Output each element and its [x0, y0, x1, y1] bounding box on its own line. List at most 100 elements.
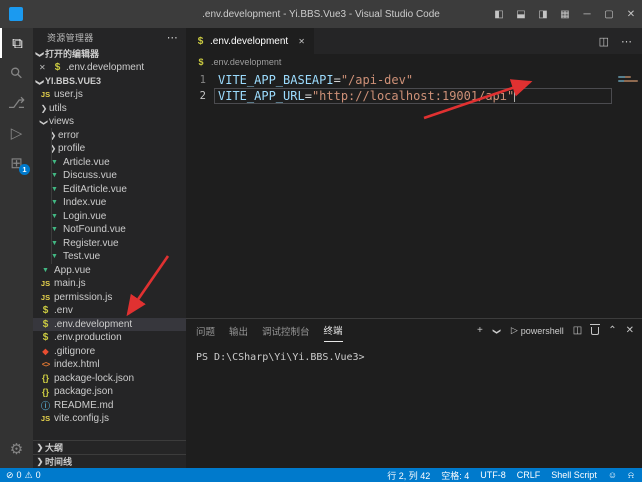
tree-item-main-js[interactable]: JSmain.js	[33, 277, 186, 291]
tree-item-error[interactable]: ❯error	[33, 129, 186, 143]
chevron-right-icon: ❯	[35, 457, 45, 466]
indentation-status[interactable]: 空格: 4	[441, 469, 469, 482]
cursor-position[interactable]: 行 2, 列 42	[387, 469, 430, 482]
tree-item-editarticle-vue[interactable]: ▼EditArticle.vue	[33, 183, 186, 197]
tree-item-gitignore[interactable]: ◆.gitignore	[33, 345, 186, 359]
env-file-icon: $	[39, 305, 52, 316]
tree-item-env-production[interactable]: $.env.production	[33, 331, 186, 345]
tree-item-index-vue[interactable]: ▼Index.vue	[33, 196, 186, 210]
code-line-1[interactable]: 1VITE_APP_BASEAPI="/api-dev"	[186, 72, 642, 88]
tree-item-label: App.vue	[54, 265, 91, 276]
eol-status[interactable]: CRLF	[517, 470, 541, 480]
timeline-pane-header[interactable]: ❯ 时间线	[33, 454, 186, 468]
customize-layout-icon[interactable]: ▦	[554, 0, 576, 28]
code-line-2[interactable]: 2VITE_APP_URL="http://localhost:19001/ap…	[186, 88, 642, 104]
tree-item-index-html[interactable]: <>index.html	[33, 358, 186, 372]
tree-item-notfound-vue[interactable]: ▼NotFound.vue	[33, 223, 186, 237]
project-header[interactable]: ❯ YI.BBS.VUE3	[33, 74, 186, 88]
activity-bar: ⧉ ⚲ ⎇ ▷ ⊞ 1 ⚙	[0, 28, 33, 468]
extensions-icon[interactable]: ⊞ 1	[0, 148, 33, 178]
settings-gear-icon[interactable]: ⚙	[0, 434, 33, 464]
search-glyph: ⚲	[6, 63, 27, 84]
run-debug-glyph: ▷	[11, 124, 23, 142]
tree-item-label: index.html	[54, 359, 100, 370]
panel-maximize-icon[interactable]: ⌃	[608, 325, 616, 336]
outline-pane-header[interactable]: ❯ 大纲	[33, 440, 186, 454]
panel-tab-terminal[interactable]: 终端	[324, 319, 343, 342]
more-actions-icon[interactable]: ⋯	[167, 31, 178, 44]
chevron-down-icon: ❯	[35, 49, 44, 59]
panel-tab-debug-console[interactable]: 调试控制台	[262, 319, 310, 342]
split-terminal-icon[interactable]: ◫	[573, 325, 582, 336]
layout-secondary-sidebar-icon[interactable]: ◨	[532, 0, 554, 28]
tree-item-label: Article.vue	[63, 157, 110, 168]
json-file-icon: {}	[39, 373, 52, 383]
explorer-icon[interactable]: ⧉	[0, 28, 33, 58]
tree-item-readme-md[interactable]: ⓘREADME.md	[33, 399, 186, 413]
breadcrumb[interactable]: $ .env.development	[186, 54, 642, 70]
tree-item-package-lock-json[interactable]: {}package-lock.json	[33, 372, 186, 386]
close-editor-icon[interactable]: ✕	[39, 63, 49, 72]
layout-sidebar-icon[interactable]: ◧	[488, 0, 510, 28]
open-editors-header[interactable]: ❯ 打开的编辑器	[33, 46, 186, 60]
warning-icon: ⚠	[25, 470, 33, 481]
run-debug-icon[interactable]: ▷	[0, 118, 33, 148]
language-mode[interactable]: Shell Script	[551, 470, 597, 480]
source-control-icon[interactable]: ⎇	[0, 88, 33, 118]
env-file-icon: $	[195, 36, 206, 47]
close-tab-icon[interactable]: ✕	[298, 37, 305, 46]
tree-item-env[interactable]: $.env	[33, 304, 186, 318]
split-editor-icon[interactable]: ◫	[599, 35, 609, 48]
vue-file-icon: ▼	[48, 240, 61, 247]
panel-close-icon[interactable]: ✕	[626, 325, 634, 336]
gear-glyph: ⚙	[10, 440, 23, 458]
tree-item-label: Discuss.vue	[63, 170, 117, 181]
tree-item-user-js[interactable]: JSuser.js	[33, 88, 186, 102]
tree-item-login-vue[interactable]: ▼Login.vue	[33, 210, 186, 224]
minimap[interactable]	[616, 72, 642, 320]
tree-item-test-vue[interactable]: ▼Test.vue	[33, 250, 186, 264]
panel-tab-problems[interactable]: 问题	[196, 319, 215, 342]
layout-panel-icon[interactable]: ⬓	[510, 0, 532, 28]
vscode-logo-icon[interactable]	[9, 7, 23, 21]
close-window-button[interactable]: ✕	[620, 0, 642, 28]
more-actions-icon[interactable]: ⋯	[621, 35, 632, 48]
trash-icon[interactable]	[591, 327, 599, 335]
line-number: 2	[186, 88, 206, 104]
shell-selector[interactable]: ▷ powershell	[511, 325, 564, 336]
tree-item-views[interactable]: ❯views	[33, 115, 186, 129]
feedback-smiley-icon[interactable]: ☺	[608, 470, 617, 480]
tree-item-permission-js[interactable]: JSpermission.js	[33, 291, 186, 305]
new-terminal-icon[interactable]: +	[477, 325, 483, 336]
env-file-icon: $	[51, 62, 64, 73]
panel-tab-output[interactable]: 输出	[229, 319, 248, 342]
env-file-icon: $	[196, 57, 206, 67]
chevron-down-icon[interactable]: ❯	[492, 326, 501, 336]
tree-item-profile[interactable]: ❯profile	[33, 142, 186, 156]
terminal[interactable]: PS D:\CSharp\Yi\Yi.BBS.Vue3>	[186, 342, 642, 363]
tree-item-discuss-vue[interactable]: ▼Discuss.vue	[33, 169, 186, 183]
tree-item-label: vite.config.js	[54, 413, 109, 424]
chevron-right-icon: ❯	[39, 104, 49, 113]
explorer-glyph: ⧉	[12, 35, 23, 52]
tree-item-article-vue[interactable]: ▼Article.vue	[33, 156, 186, 170]
tree-item-package-json[interactable]: {}package.json	[33, 385, 186, 399]
tab-env-development[interactable]: $ .env.development ✕	[186, 28, 314, 54]
code-editor[interactable]: 1VITE_APP_BASEAPI="/api-dev"2VITE_APP_UR…	[186, 70, 642, 318]
tree-item-app-vue[interactable]: ▼App.vue	[33, 264, 186, 278]
search-icon[interactable]: ⚲	[0, 58, 33, 88]
minimize-button[interactable]: ─	[576, 0, 598, 28]
tree-item-env-development[interactable]: $.env.development	[33, 318, 186, 332]
tree-item-utils[interactable]: ❯utils	[33, 102, 186, 116]
bell-icon[interactable]: ⍾	[628, 470, 634, 481]
open-editor-item[interactable]: ✕ $ .env.development	[33, 60, 186, 74]
maximize-button[interactable]: ▢	[598, 0, 620, 28]
env-value: "/api-dev"	[341, 73, 413, 87]
tree-item-register-vue[interactable]: ▼Register.vue	[33, 237, 186, 251]
tree-item-vite-config-js[interactable]: JSvite.config.js	[33, 412, 186, 426]
problems-status[interactable]: ⊘ 0 ⚠ 0	[6, 470, 41, 481]
vue-file-icon: ▼	[48, 253, 61, 260]
encoding-status[interactable]: UTF-8	[480, 470, 506, 480]
tab-label: .env.development	[210, 36, 288, 47]
vue-file-icon: ▼	[48, 226, 61, 233]
